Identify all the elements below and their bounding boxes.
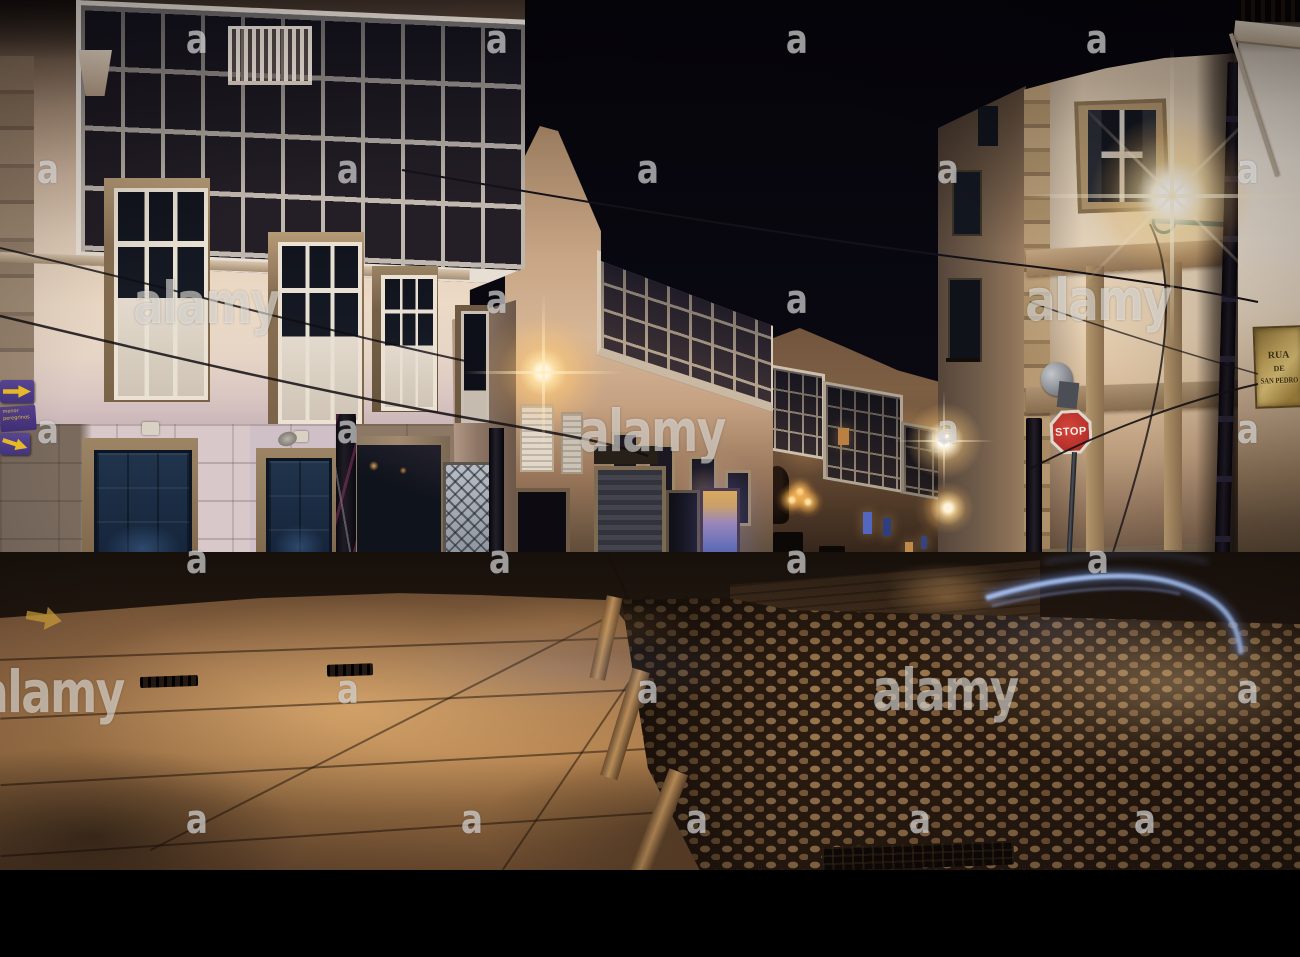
street (0, 552, 1300, 870)
attic-window (978, 106, 998, 146)
corner-building-side-face (938, 86, 1026, 626)
street-plaque-line: DE (1273, 363, 1285, 373)
french-window (461, 311, 489, 423)
stop-sign-label: STOP (1054, 425, 1088, 439)
street-plaque-line: RUA (1267, 349, 1290, 361)
roof-eave-shadow (0, 0, 86, 60)
shop-signboard (594, 446, 658, 464)
stock-photo-page: STOP RUA DE SAN PEDRO menor peregrinos a… (0, 0, 1300, 957)
granite-pilaster (1164, 262, 1182, 550)
dark-window (952, 170, 982, 236)
street-plaque-line: SAN PEDRO (1260, 374, 1299, 386)
lit-window-blue (921, 536, 927, 549)
blue-light-pool (380, 622, 760, 712)
french-window (278, 242, 362, 424)
ornate-lamp-glow (790, 484, 826, 520)
street-name-plaque: RUA DE SAN PEDRO (1252, 325, 1300, 409)
camino-waymark-sign (0, 380, 34, 403)
shuttered-window (520, 404, 554, 472)
balcony-rail-silhouette (1238, 0, 1300, 22)
drain-grate (139, 674, 199, 689)
night-street-photo: STOP RUA DE SAN PEDRO menor peregrinos a… (0, 0, 1300, 870)
yellow-arrow-icon (0, 433, 29, 454)
white-balustrade (228, 26, 312, 85)
lit-window (838, 428, 849, 445)
camino-waymark-sign (0, 433, 30, 455)
lit-window-blue (883, 518, 891, 536)
shuttered-window (561, 412, 583, 474)
drain-grate (326, 663, 374, 677)
waymark-text-line: peregrinos (2, 413, 30, 422)
camino-text-sign: menor peregrinos (0, 404, 37, 433)
dark-shop-window (357, 445, 441, 561)
granite-pilaster (1086, 266, 1104, 552)
french-window (114, 188, 208, 400)
cornice (1233, 20, 1300, 50)
shuttered-window (1088, 110, 1156, 202)
house-number-plaque (142, 422, 159, 435)
distant-gallery-window (823, 380, 903, 494)
dark-window (948, 278, 982, 362)
alamy-footer-bar: alamy Image ID: 2Y8JR5E www.alamy.com (0, 870, 1300, 957)
yellow-arrow-icon (3, 385, 31, 398)
sign-back (1056, 381, 1080, 409)
french-window (381, 275, 437, 411)
stop-sign-face: STOP (1052, 412, 1090, 452)
warm-light-pool (880, 562, 1010, 598)
balcony-rail (946, 358, 980, 362)
lit-window-blue (863, 512, 872, 534)
